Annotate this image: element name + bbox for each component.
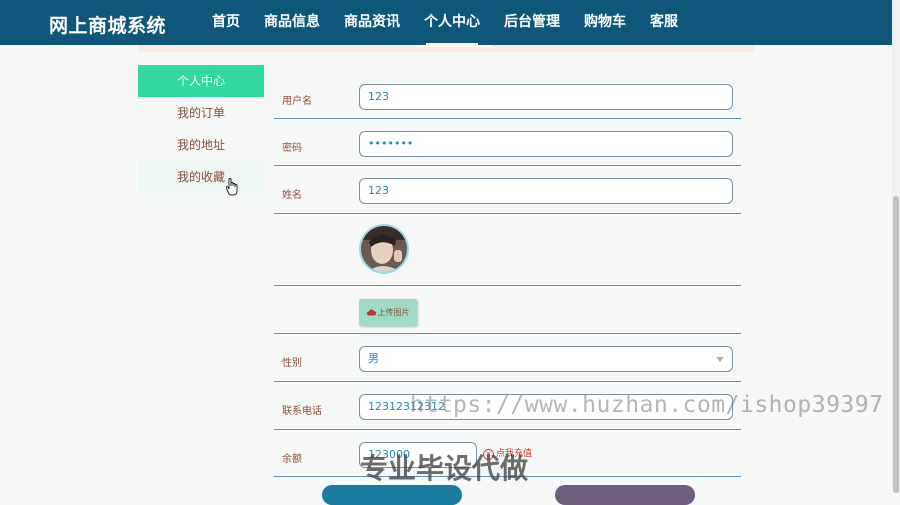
balance-label: 余额 (282, 454, 302, 465)
username-label: 用户名 (282, 96, 312, 107)
nav-cart[interactable]: 购物车 (572, 0, 638, 45)
name-input[interactable]: 123 (359, 178, 733, 204)
row-upload: 上传图片 (274, 286, 741, 334)
update-info-button[interactable] (322, 485, 462, 505)
row-username: 用户名 123 (274, 72, 741, 119)
nav-news[interactable]: 商品资讯 (332, 0, 412, 45)
password-label: 密码 (282, 143, 302, 154)
row-password: 密码 ••••••• (274, 119, 741, 166)
strip-tab (415, 45, 491, 47)
username-input[interactable]: 123 (359, 84, 733, 110)
nav-home[interactable]: 首页 (200, 0, 252, 45)
avatar-image (359, 224, 409, 274)
upload-label: 上传图片 (377, 308, 410, 317)
watermark-text: 专业毕设代做 (360, 452, 529, 485)
profile-sidebar: 个人中心 我的订单 我的地址 我的收藏 (138, 65, 264, 193)
page-scrollbar[interactable] (892, 0, 900, 493)
nav-products[interactable]: 商品信息 (252, 0, 332, 45)
row-gender: 性别 男 (274, 334, 741, 382)
sidebar-item-profile[interactable]: 个人中心 (138, 65, 264, 97)
gender-select[interactable]: 男 (359, 346, 733, 372)
gender-value: 男 (368, 352, 379, 365)
gender-label: 性别 (282, 358, 302, 369)
site-brand[interactable]: 网上商城系统 (49, 11, 166, 38)
password-input[interactable]: ••••••• (359, 131, 733, 157)
phone-label: 联系电话 (282, 406, 322, 417)
nav-admin[interactable]: 后台管理 (492, 0, 572, 45)
nav-profile[interactable]: 个人中心 (412, 0, 492, 45)
chevron-down-icon (716, 357, 724, 362)
name-label: 姓名 (282, 190, 302, 201)
top-navbar: 网上商城系统 首页 商品信息 商品资讯 个人中心 后台管理 购物车 客服 (0, 0, 892, 45)
cloud-upload-icon (366, 309, 376, 316)
hand-cursor-icon (226, 178, 238, 196)
watermark-url: https://www.huzhan.com/ishop39397 (410, 392, 884, 418)
main-nav: 首页 商品信息 商品资讯 个人中心 后台管理 购物车 客服 (200, 0, 690, 45)
sidebar-item-address[interactable]: 我的地址 (138, 129, 264, 161)
row-name: 姓名 123 (274, 166, 741, 214)
logout-button[interactable] (555, 485, 695, 505)
sidebar-item-favorites[interactable]: 我的收藏 (138, 161, 264, 193)
sidebar-item-orders[interactable]: 我的订单 (138, 97, 264, 129)
upload-image-button[interactable]: 上传图片 (359, 299, 417, 326)
scrollbar-thumb[interactable] (893, 196, 899, 493)
nav-service[interactable]: 客服 (638, 0, 690, 45)
row-avatar (274, 214, 741, 286)
